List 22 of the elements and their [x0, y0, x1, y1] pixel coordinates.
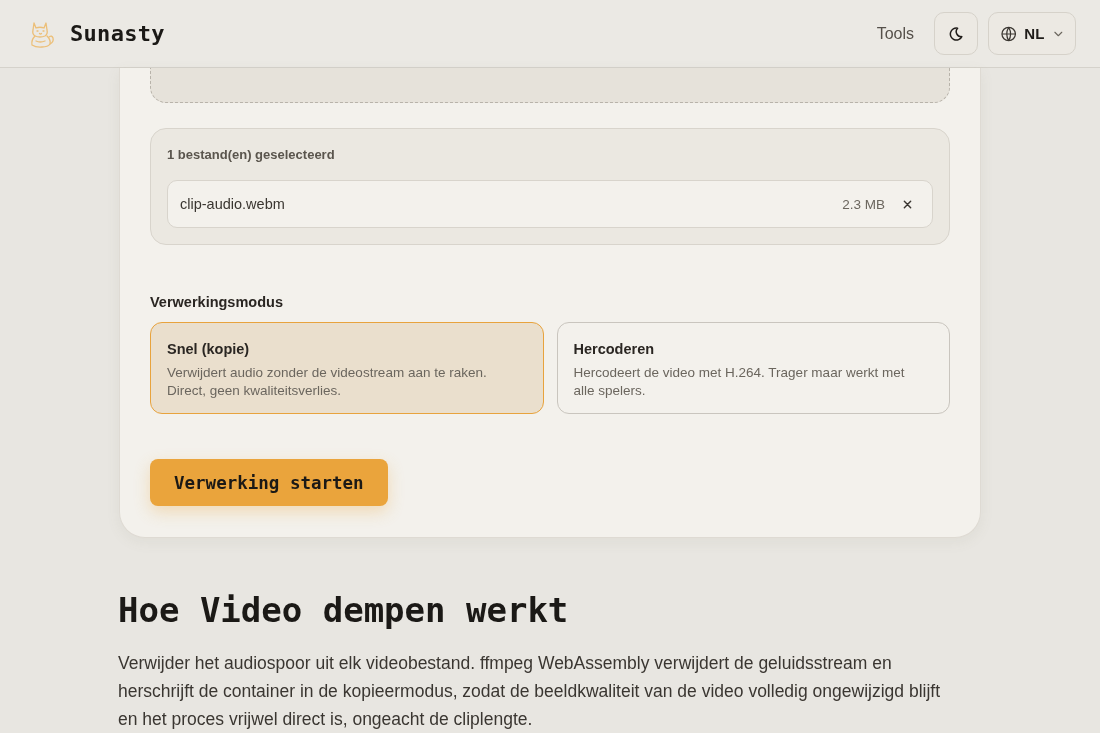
- article-heading: Hoe Video dempen werkt: [118, 590, 570, 631]
- mode-title: Snel (kopie): [167, 340, 251, 359]
- chevron-down-icon: [1054, 30, 1063, 37]
- nav-link[interactable]: Tools: [876, 24, 914, 43]
- article-paragraph: Verwijder het audiospoor uit elk videobestand. ffmpeg WebAssembly verwijdert de geluidsstream en herschrijft de container in de kopieermodus, zodat de beeldkwaliteit van de video volledig ongewijzigd blijft en het proces vrijwel direct is, ongeacht de cliplengte.: [118, 652, 941, 731]
- file-size: 2.3 MB: [842, 196, 885, 212]
- close-icon: [903, 199, 912, 209]
- mode-option[interactable]: Hercoderen Hercodeert de video met H.264. Trager maar werkt met alle spelers.: [556, 322, 950, 414]
- mode-option[interactable]: Snel (kopie) Verwijdert audio zonder de videostream aan te raken. Direct, geen kwaliteitsverlies.: [150, 322, 544, 414]
- language-button[interactable]: NL: [988, 12, 1076, 55]
- mode-description: Verwijdert audio zonder de videostream aan te raken. Direct, geen kwaliteitsverlies.: [167, 364, 488, 400]
- moon-icon: [949, 26, 963, 41]
- globe-icon: [1001, 25, 1017, 42]
- language-code: NL: [1024, 25, 1045, 42]
- files-summary: 1 bestand(en) geselecteerd: [167, 146, 336, 164]
- file-name: clip-audio.webm: [180, 196, 286, 212]
- start-button[interactable]: Verwerking starten: [150, 459, 388, 506]
- mode-description: Hercodeert de video met H.264. Trager maar werkt met alle spelers.: [573, 364, 906, 400]
- brand-name[interactable]: Sunasty: [70, 21, 165, 46]
- mode-title: Hercoderen: [573, 340, 656, 359]
- theme-toggle-button[interactable]: [934, 12, 978, 55]
- section-label: Verwerkingsmodus: [150, 293, 284, 311]
